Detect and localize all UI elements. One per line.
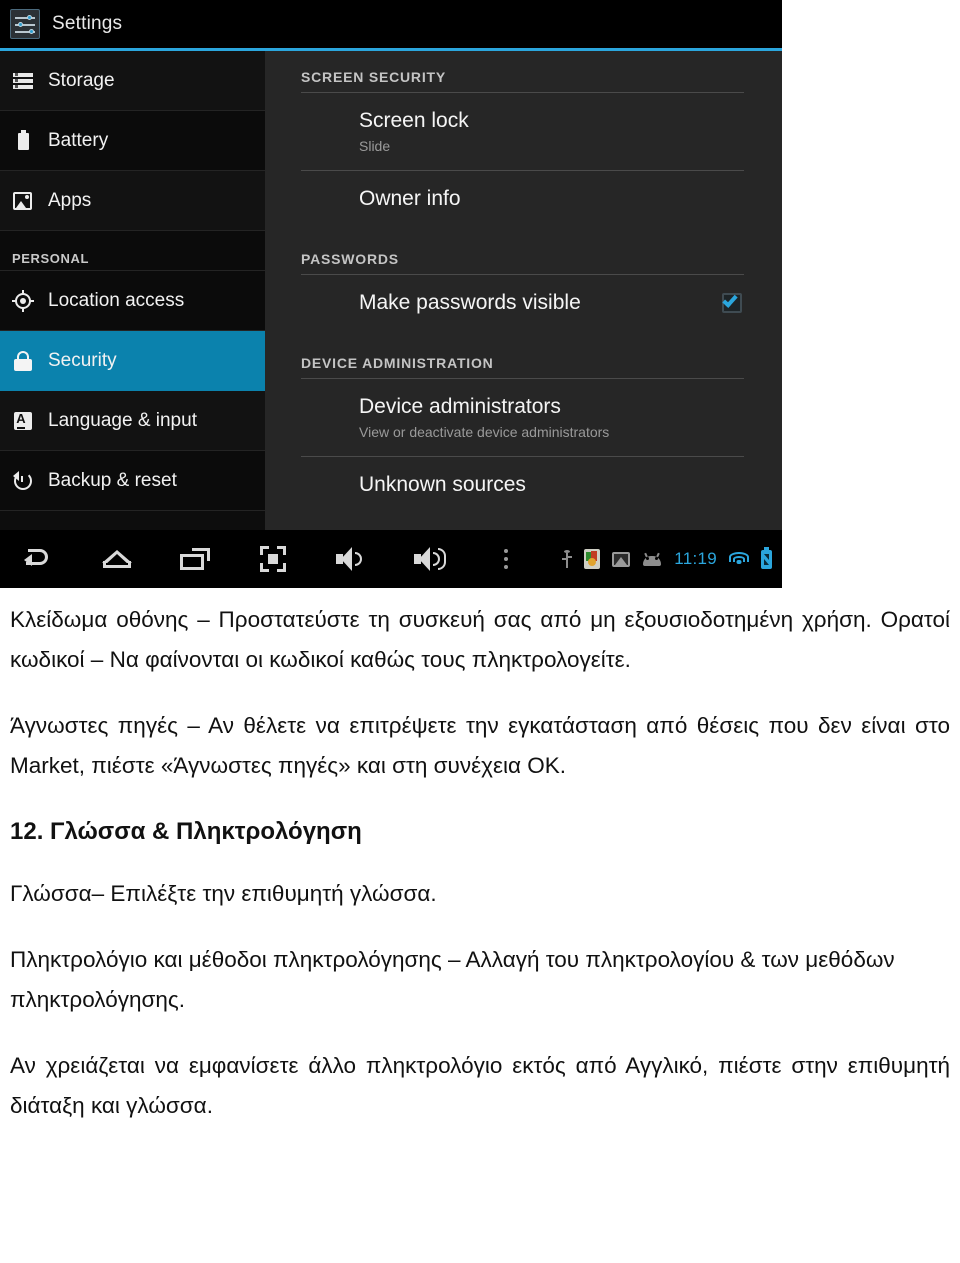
volume-down-button[interactable]: [312, 530, 390, 588]
volume-down-icon: [336, 547, 366, 571]
back-icon: [24, 549, 54, 569]
settings-sidebar[interactable]: Storage Battery Apps PERSONAL Location a…: [0, 51, 265, 530]
home-icon: [102, 550, 132, 568]
settings-panes: Storage Battery Apps PERSONAL Location a…: [0, 51, 782, 530]
wifi-icon: [729, 551, 749, 567]
pref-title: Device administrators: [359, 395, 561, 418]
pref-title: Owner info: [359, 187, 461, 210]
sidebar-item-label: Battery: [48, 129, 109, 151]
usb-icon: [562, 550, 573, 568]
sidebar-item-battery[interactable]: Battery: [0, 111, 265, 171]
recent-apps-button[interactable]: [156, 530, 234, 588]
lock-icon: [12, 350, 34, 372]
section-header-device-administration: DEVICE ADMINISTRATION: [301, 355, 494, 371]
volume-up-icon: [414, 547, 446, 571]
sidebar-item-label: Backup & reset: [48, 469, 177, 491]
pref-device-administrators[interactable]: Device administrators View or deactivate…: [301, 379, 744, 456]
paragraph-screen-lock: Κλείδωμα οθόνης – Προστατεύστε τη συσκευ…: [10, 607, 950, 672]
location-icon: [12, 289, 34, 312]
sidebar-item-location-access[interactable]: Location access: [0, 271, 265, 331]
paragraph-keyboard-methods: Πληκτρολόγιο και μέθοδοι πληκτρολόγησης …: [10, 947, 895, 1012]
status-clock: 11:19: [674, 549, 717, 568]
home-button[interactable]: [78, 530, 156, 588]
sidebar-item-language-and-input[interactable]: A Language & input: [0, 391, 265, 451]
pref-summary: Slide: [359, 138, 391, 154]
apps-icon: [12, 190, 34, 212]
check-icon: [722, 292, 738, 308]
sidebar-item-label: Apps: [48, 189, 92, 211]
android-settings-screenshot: Settings Storage Battery Apps PERSONAL L…: [0, 0, 782, 588]
sidebar-item-backup-and-reset[interactable]: Backup & reset: [0, 451, 265, 511]
storage-icon: [12, 70, 34, 92]
pref-title: Unknown sources: [359, 473, 526, 496]
language-icon: A: [12, 410, 34, 432]
document-body: Κλείδωμα οθόνης – Προστατεύστε τη συσκευ…: [10, 600, 950, 1140]
image-icon: [612, 551, 631, 567]
security-settings-panel: SCREEN SECURITY Screen lock Slide Owner …: [265, 51, 782, 530]
battery-icon: [12, 129, 34, 152]
back-button[interactable]: [0, 530, 78, 588]
heading-language-keyboard: 12. Γλώσσα & Πληκτρολόγηση: [10, 818, 362, 845]
overflow-menu-button[interactable]: [468, 530, 546, 588]
section-header-screen-security: SCREEN SECURITY: [301, 69, 447, 85]
overflow-menu-icon: [504, 547, 510, 571]
pref-screen-lock[interactable]: Screen lock Slide: [301, 93, 744, 170]
sidebar-item-storage[interactable]: Storage: [0, 51, 265, 111]
sidebar-item-label: Language & input: [48, 409, 197, 431]
sidebar-item-label: Location access: [48, 289, 185, 311]
sidebar-section-header-personal: PERSONAL: [0, 231, 265, 271]
pref-make-passwords-visible[interactable]: Make passwords visible: [301, 275, 744, 337]
backup-reset-icon: [12, 470, 34, 492]
battery-charging-icon: [761, 546, 772, 569]
sd-card-icon: [584, 549, 601, 569]
volume-up-button[interactable]: [390, 530, 468, 588]
sidebar-item-apps[interactable]: Apps: [0, 171, 265, 231]
sidebar-section-label: PERSONAL: [12, 251, 90, 266]
paragraph-unknown-sources: Άγνωστες πηγές – Αν θέλετε να επιτρέψετε…: [10, 713, 950, 778]
pref-title: Screen lock: [359, 109, 469, 132]
settings-sliders-icon: [10, 9, 40, 39]
navigation-bar: 11:19: [0, 530, 782, 588]
screenshot-button[interactable]: [234, 530, 312, 588]
sidebar-item-security[interactable]: Security: [0, 331, 265, 391]
sidebar-item-label: Security: [48, 349, 117, 371]
android-icon: [642, 552, 662, 566]
sidebar-item-label: Storage: [48, 69, 115, 91]
pref-title: Make passwords visible: [359, 291, 581, 314]
screenshot-icon: [260, 546, 286, 572]
section-header-passwords: PASSWORDS: [301, 251, 399, 267]
pref-unknown-sources[interactable]: Unknown sources: [301, 457, 744, 519]
status-tray[interactable]: 11:19: [562, 530, 782, 588]
pref-owner-info[interactable]: Owner info: [301, 171, 744, 233]
action-bar-title: Settings: [52, 13, 123, 34]
action-bar: Settings: [0, 0, 782, 48]
make-passwords-visible-checkbox[interactable]: [722, 292, 742, 313]
recent-apps-icon: [180, 548, 210, 570]
pref-summary: View or deactivate device administrators: [359, 424, 610, 440]
paragraph-language: Γλώσσα– Επιλέξτε την επιθυμητή γλώσσα.: [10, 881, 437, 906]
paragraph-other-keyboard: Αν χρειάζεται να εμφανίσετε άλλο πληκτρο…: [10, 1053, 950, 1118]
